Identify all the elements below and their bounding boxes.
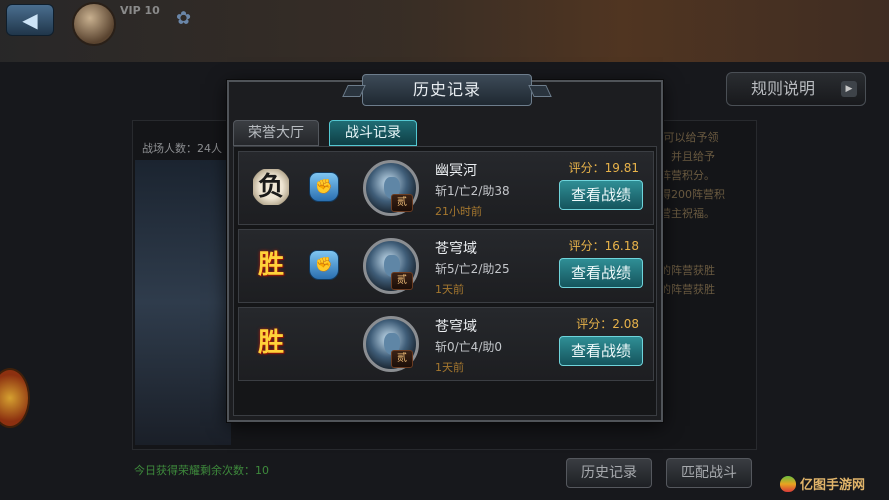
result-label: 胜 — [257, 250, 284, 280]
score-label: 评分：19.81 — [568, 161, 639, 175]
watermark: 亿图手游网 — [780, 474, 865, 493]
history-dialog: 历史记录 荣誉大厅 战斗记录 负 ✊ 贰 幽冥河 斩1/亡2/助38 21小时前… — [227, 74, 663, 422]
battle-record-list[interactable]: 负 ✊ 贰 幽冥河 斩1/亡2/助38 21小时前 评分：19.81 查看战绩 … — [233, 146, 657, 416]
remaining-count: 今日获得荣耀剩余次数：10 — [134, 464, 269, 477]
rank-badge: 贰 — [391, 194, 413, 212]
kda-stats: 斩5/亡2/助25 — [435, 262, 510, 276]
battlefield-name: 幽冥河 — [435, 163, 477, 179]
view-stats-button[interactable]: 查看战绩 — [559, 258, 643, 288]
dialog-title: 历史记录 — [362, 74, 532, 106]
result-label: 负 — [253, 169, 289, 205]
fist-icon: ✊ — [309, 250, 339, 280]
event-badge[interactable] — [0, 368, 30, 428]
battle-record: 负 ✊ 贰 幽冥河 斩1/亡2/助38 21小时前 评分：19.81 查看战绩 — [238, 151, 654, 225]
play-arrow-icon: ▶ — [841, 81, 857, 97]
fist-icon: ✊ — [309, 172, 339, 202]
side-text: 的阵营获胜 — [660, 264, 715, 277]
view-stats-button[interactable]: 查看战绩 — [559, 336, 643, 366]
result-label: 胜 — [257, 328, 284, 358]
match-button[interactable]: 匹配战斗 — [666, 458, 752, 488]
rules-button-label: 规则说明 — [751, 79, 816, 98]
watermark-text: 亿图手游网 — [800, 478, 866, 493]
side-description: ,可以给予领 ，并且给予 阵营积分。 得200阵营积 营主祝福。 的阵营获胜 的… — [660, 130, 755, 430]
tab-honor-hall[interactable]: 荣誉大厅 — [233, 120, 319, 146]
battlefield-name: 苍穹域 — [435, 319, 477, 335]
vip-label: VIP 10 — [120, 4, 160, 17]
side-text: 的阵营获胜 — [660, 283, 715, 296]
history-button[interactable]: 历史记录 — [566, 458, 652, 488]
back-arrow-icon: ◀ — [22, 8, 38, 32]
side-text: 营主祝福。 — [660, 207, 715, 220]
side-text: 得200阵营积 — [660, 188, 725, 201]
view-stats-button[interactable]: 查看战绩 — [559, 180, 643, 210]
back-button[interactable]: ◀ — [6, 4, 54, 36]
record-time: 21小时前 — [435, 205, 482, 218]
rank-badge: 贰 — [391, 272, 413, 290]
battle-record: 胜 ✊ 贰 苍穹域 斩5/亡2/助25 1天前 评分：16.18 查看战绩 — [238, 229, 654, 303]
battle-record: 胜 贰 苍穹域 斩0/亡4/助0 1天前 评分：2.08 查看战绩 — [238, 307, 654, 381]
score-label: 评分：16.18 — [568, 239, 639, 253]
player-avatar[interactable] — [72, 2, 116, 46]
kda-stats: 斩1/亡2/助38 — [435, 184, 510, 198]
apple-logo-icon — [780, 476, 796, 492]
side-text: 阵营积分。 — [660, 169, 715, 182]
participant-count: 战场人数：24人 — [142, 142, 222, 155]
battlefield-artwork — [135, 160, 231, 445]
record-time: 1天前 — [435, 283, 464, 296]
gear-icon[interactable]: ✿ — [176, 8, 191, 29]
record-time: 1天前 — [435, 361, 464, 374]
score-label: 评分：2.08 — [576, 317, 639, 331]
kda-stats: 斩0/亡4/助0 — [435, 340, 502, 354]
side-text: ，并且给予 — [660, 150, 715, 163]
tab-battle-records[interactable]: 战斗记录 — [329, 120, 417, 146]
battlefield-name: 苍穹域 — [435, 241, 477, 257]
side-text: ,可以给予领 — [660, 131, 719, 144]
rules-button[interactable]: 规则说明 ▶ — [726, 72, 866, 106]
rank-badge: 贰 — [391, 350, 413, 368]
